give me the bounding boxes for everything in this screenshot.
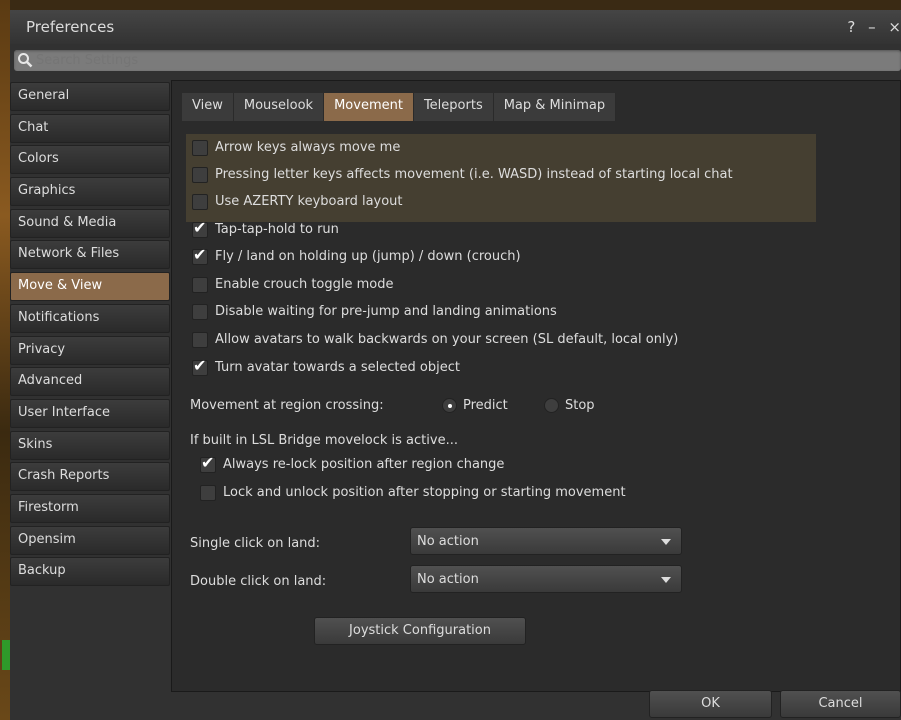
help-icon[interactable]: ? — [847, 18, 855, 36]
sidebar-item-skins[interactable]: Skins — [10, 430, 170, 460]
sidebar-item-privacy[interactable]: Privacy — [10, 335, 170, 365]
sidebar-item-general[interactable]: General — [10, 82, 170, 111]
checkbox-label: Enable crouch toggle mode — [215, 277, 394, 292]
checkbox-label: Turn avatar towards a selected object — [215, 360, 460, 375]
cancel-button[interactable]: Cancel — [780, 690, 901, 718]
movement-panel: View Mouselook Movement Teleports Map & Mini… — [171, 80, 901, 692]
checkbox-unchecked[interactable] — [200, 484, 216, 501]
checkbox-label: Use AZERTY keyboard layout — [215, 194, 403, 209]
lsl-bridge-label: If built in LSL Bridge movelock is activ… — [190, 433, 458, 448]
checkbox-row[interactable]: Disable waiting for pre-jump and landing… — [192, 303, 557, 323]
sidebar-item-notifications[interactable]: Notifications — [10, 303, 170, 333]
single-click-label: Single click on land: — [190, 536, 321, 551]
sidebar-item-advanced[interactable]: Advanced — [10, 367, 170, 397]
checkbox-unchecked[interactable] — [192, 303, 208, 320]
sidebar-item-network-files[interactable]: Network & Files — [10, 240, 170, 270]
single-click-value: No action — [417, 534, 479, 549]
radio-predict-label: Predict — [463, 398, 508, 413]
checkbox-row[interactable]: Turn avatar towards a selected object — [192, 357, 460, 379]
search-icon — [18, 53, 33, 68]
sidebar-item-user-interface[interactable]: User Interface — [10, 398, 170, 428]
radio-stop-button[interactable] — [544, 398, 559, 413]
checkbox-label: Tap-tap-hold to run — [215, 222, 339, 237]
radio-stop-label: Stop — [565, 398, 595, 413]
checkbox-unchecked[interactable] — [192, 139, 208, 156]
checkbox-unchecked[interactable] — [192, 166, 208, 183]
sidebar-item-crash-reports[interactable]: Crash Reports — [10, 462, 170, 492]
checkbox-label: Lock and unlock position after stopping … — [223, 485, 626, 500]
window-title: Preferences — [26, 18, 115, 36]
radio-stop[interactable]: Stop — [544, 398, 595, 413]
category-sidebar: General Chat Colors Graphics Sound & Media Ne… — [10, 82, 170, 589]
checkbox-row[interactable]: Tap-tap-hold to run — [192, 219, 339, 241]
sidebar-item-sound-media[interactable]: Sound & Media — [10, 208, 170, 238]
checkbox-row[interactable]: Pressing letter keys affects movement (i… — [192, 166, 733, 186]
checkbox-row[interactable]: Allow avatars to walk backwards on your … — [192, 331, 678, 351]
chevron-down-icon — [661, 539, 671, 545]
checkbox-label: Arrow keys always move me — [215, 140, 401, 155]
checkbox-row[interactable]: Lock and unlock position after stopping … — [200, 484, 626, 504]
checkbox-row[interactable]: Fly / land on holding up (jump) / down (… — [192, 246, 521, 268]
checkbox-unchecked[interactable] — [192, 276, 208, 293]
tab-view[interactable]: View — [182, 93, 234, 121]
tab-bar: View Mouselook Movement Teleports Map & Mini… — [182, 93, 617, 121]
checkbox-row[interactable]: Enable crouch toggle mode — [192, 276, 394, 296]
tab-map-minimap[interactable]: Map & Minimap — [493, 93, 617, 121]
double-click-label: Double click on land: — [190, 574, 327, 589]
tab-mouselook[interactable]: Mouselook — [233, 93, 325, 121]
radio-predict[interactable]: Predict — [442, 398, 508, 413]
double-click-value: No action — [417, 572, 479, 587]
checkbox-unchecked[interactable] — [192, 193, 208, 210]
checkbox-unchecked[interactable] — [192, 331, 208, 348]
sidebar-item-graphics[interactable]: Graphics — [10, 177, 170, 207]
sidebar-item-chat[interactable]: Chat — [10, 113, 170, 143]
checkbox-row[interactable]: Arrow keys always move me — [192, 139, 400, 159]
checkbox-checked[interactable] — [192, 219, 208, 238]
preferences-window: Preferences ? – × GeneralChatColorsGraph… — [10, 10, 901, 720]
joystick-configuration-button[interactable]: Joystick Configuration — [314, 617, 526, 645]
minimize-icon[interactable]: – — [868, 18, 876, 36]
radio-predict-button[interactable] — [442, 398, 457, 413]
sidebar-item-opensim[interactable]: Opensim — [10, 525, 170, 555]
checkbox-label: Allow avatars to walk backwards on your … — [215, 332, 679, 347]
sidebar-item-move-view[interactable]: Move & View — [10, 272, 170, 302]
sidebar-item-colors[interactable]: Colors — [10, 145, 170, 175]
checkbox-label: Disable waiting for pre-jump and landing… — [215, 304, 557, 319]
background-scene-strip — [0, 0, 10, 720]
checkbox-checked[interactable] — [200, 454, 216, 473]
checkbox-checked[interactable] — [192, 357, 208, 376]
ok-button[interactable]: OK — [649, 690, 772, 718]
search-input[interactable] — [36, 50, 886, 71]
tab-teleports[interactable]: Teleports — [413, 93, 494, 121]
title-bar[interactable]: Preferences ? – × — [10, 10, 901, 44]
checkbox-checked[interactable] — [192, 246, 208, 265]
chevron-down-icon — [661, 577, 671, 583]
sidebar-item-firestorm[interactable]: Firestorm — [10, 493, 170, 523]
background-green-object — [2, 640, 10, 670]
single-click-dropdown[interactable]: No action — [410, 527, 682, 555]
checkbox-label: Pressing letter keys affects movement (i… — [215, 167, 733, 182]
sidebar-item-backup[interactable]: Backup — [10, 557, 170, 587]
checkbox-label: Always re-lock position after region cha… — [223, 457, 505, 472]
double-click-dropdown[interactable]: No action — [410, 565, 682, 593]
close-icon[interactable]: × — [888, 18, 901, 36]
checkbox-row[interactable]: Always re-lock position after region cha… — [200, 454, 505, 476]
search-bar[interactable] — [14, 50, 901, 71]
region-crossing-label: Movement at region crossing: — [190, 398, 384, 413]
checkbox-row[interactable]: Use AZERTY keyboard layout — [192, 193, 403, 213]
tab-movement[interactable]: Movement — [324, 93, 414, 121]
checkbox-label: Fly / land on holding up (jump) / down (… — [215, 249, 521, 264]
